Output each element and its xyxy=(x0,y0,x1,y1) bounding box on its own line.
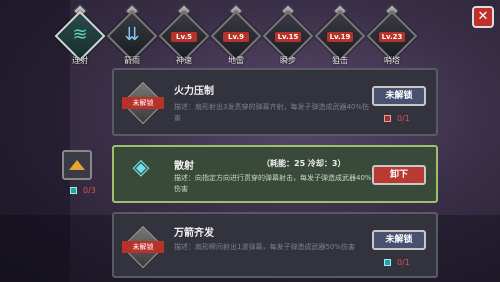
skill-name: 万箭齐发 xyxy=(174,228,214,239)
tab-jianyu[interactable]: ⇊ 箭雨 xyxy=(106,3,158,68)
skill-card-wanjian[interactable]: 未解锁 万箭齐发 描述：扇形瞬间射出1波弹幕，每发子弹造成武器50%伤害 未解锁… xyxy=(112,212,438,278)
tab-shaota[interactable]: Lv.23 哨塔 xyxy=(366,3,418,68)
tab-label: 哨塔 xyxy=(384,56,400,65)
tab-juji[interactable]: Lv.19 狙击 xyxy=(314,3,366,68)
level-badge: Lv.9 xyxy=(223,32,249,42)
skill-desc: 描述：向指定方向进行贯穿的弹幕射击，每发子弹造成武器40%伤害 xyxy=(174,174,372,193)
tab-shensu[interactable]: Lv.5 神速 xyxy=(158,3,210,68)
tab-label: 神速 xyxy=(176,56,192,65)
lock-tag: 未解锁 xyxy=(122,97,164,109)
chevron-up-icon xyxy=(69,160,85,170)
tab-label: 箭雨 xyxy=(124,56,140,65)
skill-desc: 描述：扇形瞬间射出1波弹幕，每发子弹造成武器50%伤害 xyxy=(174,243,356,251)
tab-label: 瞬步 xyxy=(280,56,296,65)
tab-label: 连射 xyxy=(72,56,88,65)
unequip-button[interactable]: 卸下 xyxy=(372,165,426,185)
arrow-rain-icon: ⇊ xyxy=(124,24,140,45)
skill-name: 散射 xyxy=(174,161,194,172)
gem-icon xyxy=(384,259,391,266)
lock-tag: 未解锁 xyxy=(122,241,164,253)
upgrade-cost: 0/3 xyxy=(70,186,96,195)
level-badge: Lv.19 xyxy=(327,32,353,42)
skill-name: 火力压制 xyxy=(174,86,214,97)
close-button[interactable]: ✕ xyxy=(472,6,494,28)
skill-card-huoli[interactable]: 未解锁 火力压制 描述：扇形射出3发贯穿的弹幕齐射，每发子弹造成武器40%伤害 … xyxy=(112,68,438,136)
claw-icon: ≋ xyxy=(72,24,88,45)
skill-card-sanshe[interactable]: ◈ 散射 （耗能：25 冷却：3） 描述：向指定方向进行贯穿的弹幕射击，每发子弹… xyxy=(112,145,438,203)
unlock-button[interactable]: 未解锁 xyxy=(372,86,426,106)
level-badge: Lv.5 xyxy=(171,32,197,42)
tab-dilei[interactable]: Lv.9 地雷 xyxy=(210,3,262,68)
tab-label: 地雷 xyxy=(228,56,244,65)
gem-icon xyxy=(70,187,77,194)
tab-label: 狙击 xyxy=(332,56,348,65)
skill-stats: （耗能：25 冷却：3） xyxy=(262,159,346,168)
skill-desc: 描述：扇形射出3发贯穿的弹幕齐射，每发子弹造成武器40%伤害 xyxy=(174,103,370,122)
unlock-cost: 0/1 xyxy=(384,258,410,267)
unlock-cost: 0/1 xyxy=(384,114,410,123)
tab-shunbu[interactable]: Lv.15 瞬步 xyxy=(262,3,314,68)
book-icon xyxy=(384,115,391,122)
tab-lianshe[interactable]: ≋ 连射 xyxy=(54,3,106,68)
unlock-button[interactable]: 未解锁 xyxy=(372,230,426,250)
skill-tab-bar: ≋ 连射 ⇊ 箭雨 Lv.5 神速 Lv.9 地雷 Lv.15 瞬步 Lv.19… xyxy=(54,3,418,68)
upgrade-button[interactable] xyxy=(62,150,92,180)
level-badge: Lv.15 xyxy=(275,32,301,42)
level-badge: Lv.23 xyxy=(379,32,405,42)
scatter-skill-icon: ◈ xyxy=(132,155,150,180)
